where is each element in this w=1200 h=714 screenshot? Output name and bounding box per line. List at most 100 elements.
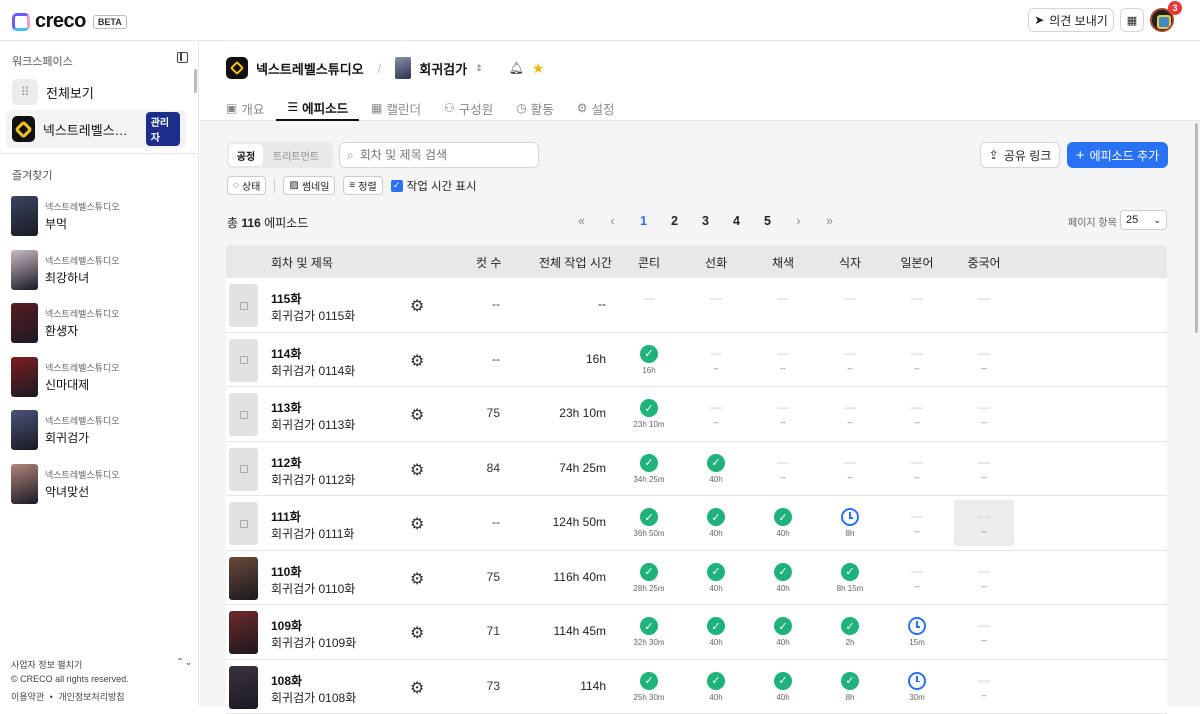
stage-cell[interactable]: — [696, 290, 736, 309]
col-total-time[interactable]: 전체 작업 시간 [539, 254, 612, 271]
stage-cell[interactable]: —-- [954, 500, 1014, 546]
last-page-button[interactable]: » [814, 211, 845, 231]
gear-icon[interactable]: ⚙ [410, 460, 424, 480]
stage-cell[interactable]: ✓40h [763, 563, 803, 593]
col-stage[interactable]: 선화 [696, 254, 736, 271]
stage-cell[interactable]: ✓40h [763, 617, 803, 647]
stage-cell[interactable]: 30m [897, 672, 937, 702]
show-time-checkbox[interactable]: ✓ 작업 시간 표시 [391, 178, 477, 194]
privacy-link[interactable]: 개인정보처리방침 [58, 692, 124, 702]
stage-cell[interactable]: ✓25h 30m [629, 672, 669, 702]
page-button[interactable]: 1 [628, 211, 659, 231]
segment-process[interactable]: 공정 [229, 144, 263, 166]
first-page-button[interactable]: « [566, 211, 597, 231]
next-page-button[interactable]: › [783, 211, 814, 231]
add-episode-button[interactable]: + 에피소드 추가 [1067, 142, 1168, 168]
stage-cell[interactable]: ✓2h [830, 617, 870, 647]
stage-cell[interactable]: —-- [830, 345, 870, 373]
stage-cell[interactable]: — [964, 290, 1004, 309]
gear-icon[interactable]: ⚙ [410, 678, 424, 698]
expand-chevron-icon[interactable]: ⌃⌄ [176, 657, 193, 668]
page-button[interactable]: 3 [690, 211, 721, 231]
search-input[interactable] [360, 148, 520, 162]
favorite-item[interactable]: 넥스트레벨스튜디오신마대제 [11, 356, 191, 398]
main-scrollbar[interactable] [1195, 123, 1198, 333]
breadcrumb-project[interactable]: 회귀검가 [419, 59, 467, 78]
stage-cell[interactable]: ✓16h [629, 345, 669, 375]
table-row[interactable]: 114화회귀검가 0114화⚙--16h✓16h—--—--—--—--—-- [226, 333, 1167, 388]
stage-cell[interactable]: —-- [964, 345, 1004, 373]
breadcrumb-studio[interactable]: 넥스트레벨스튜디오 [256, 59, 364, 78]
stage-cell[interactable]: ✓34h 25m [629, 454, 669, 484]
favorite-item[interactable]: 넥스트레벨스튜디오회귀검가 [11, 409, 191, 451]
stage-cell[interactable]: ✓8h 15m [830, 563, 870, 593]
stage-cell[interactable]: ✓40h [763, 508, 803, 538]
tab-0[interactable]: ▣개요 [226, 95, 275, 121]
stage-cell[interactable]: ✓40h [696, 672, 736, 702]
bell-icon[interactable]: 🔔︎ [509, 61, 524, 75]
sort-button[interactable]: ≡정렬 [343, 176, 382, 195]
tab-5[interactable]: ⚙설정 [577, 95, 626, 121]
workspace-item-nextlevel[interactable]: 넥스트레벨스튜디오 관리자 [6, 110, 186, 148]
tab-2[interactable]: ▦캘린더 [371, 95, 432, 121]
stage-cell[interactable]: ✓8h [830, 672, 870, 702]
col-stage[interactable]: 식자 [830, 254, 870, 271]
stage-cell[interactable]: —-- [696, 399, 736, 427]
stage-cell[interactable]: ✓28h 25m [629, 563, 669, 593]
stage-cell[interactable]: ✓23h 10m [629, 399, 669, 429]
stage-cell[interactable]: —-- [964, 617, 1004, 645]
gear-icon[interactable]: ⚙ [410, 514, 424, 534]
workspace-item-all[interactable]: ⠿ 전체보기 [6, 73, 186, 111]
stage-cell[interactable]: — [629, 290, 669, 309]
sidebar-collapse-icon[interactable] [177, 52, 188, 63]
thumbnail-toggle-button[interactable]: ▨썸네일 [283, 176, 335, 195]
stage-cell[interactable]: 15m [897, 617, 937, 647]
sidebar-scrollbar[interactable] [194, 69, 197, 93]
tab-4[interactable]: ◷활동 [516, 95, 565, 121]
creco-logo[interactable]: creco BETA [12, 10, 127, 33]
share-link-button[interactable]: ⇪ 공유 링크 [980, 142, 1060, 168]
col-stage[interactable]: 일본어 [897, 254, 937, 271]
stage-cell[interactable]: —-- [830, 454, 870, 482]
favorite-item[interactable]: 넥스트레벨스튜디오악녀맞선 [11, 463, 191, 505]
favorite-item[interactable]: 넥스트레벨스튜디오부먹 [11, 195, 191, 237]
table-row[interactable]: 109화회귀검가 0109화⚙71114h 45m✓32h 30m✓40h✓40… [226, 605, 1167, 660]
stage-cell[interactable]: ✓40h [696, 454, 736, 484]
gear-icon[interactable]: ⚙ [410, 296, 424, 316]
gear-icon[interactable]: ⚙ [410, 351, 424, 371]
feedback-button[interactable]: ➤ 의견 보내기 [1028, 8, 1114, 32]
stage-cell[interactable]: — [830, 290, 870, 309]
tab-1[interactable]: ☰에피소드 [276, 95, 359, 121]
stage-cell[interactable]: — [763, 290, 803, 309]
table-row[interactable]: 113화회귀검가 0113화⚙7523h 10m✓23h 10m—--—--—-… [226, 387, 1167, 442]
stage-cell[interactable]: —-- [897, 563, 937, 591]
status-filter-button[interactable]: ◌상태 [227, 176, 266, 195]
stage-cell[interactable]: —-- [897, 454, 937, 482]
stage-cell[interactable]: ✓40h [696, 617, 736, 647]
table-row[interactable]: 110화회귀검가 0110화⚙75116h 40m✓28h 25m✓40h✓40… [226, 551, 1167, 606]
stage-cell[interactable]: —-- [830, 399, 870, 427]
stage-cell[interactable]: ✓40h [763, 672, 803, 702]
per-page-select[interactable]: 25 ⌄ [1120, 210, 1167, 230]
project-switch-icon[interactable]: ⇕ [475, 63, 483, 74]
col-stage[interactable]: 중국어 [964, 254, 1004, 271]
col-cuts[interactable]: 컷 수 [476, 254, 501, 271]
stage-cell[interactable]: —-- [897, 345, 937, 373]
stage-cell[interactable]: ✓32h 30m [629, 617, 669, 647]
stage-cell[interactable]: —-- [964, 399, 1004, 427]
tab-3[interactable]: ⚇구성원 [444, 95, 504, 121]
col-stage[interactable]: 채색 [763, 254, 803, 271]
table-row[interactable]: 115화회귀검가 0115화⚙----—————— [226, 278, 1167, 333]
table-row[interactable]: 112화회귀검가 0112화⚙8474h 25m✓34h 25m✓40h—--—… [226, 442, 1167, 497]
gear-icon[interactable]: ⚙ [410, 623, 424, 643]
col-title[interactable]: 회차 및 제목 [271, 254, 333, 271]
stage-cell[interactable]: —-- [964, 672, 1004, 700]
col-stage[interactable]: 콘티 [629, 254, 669, 271]
page-button[interactable]: 5 [752, 211, 783, 231]
page-button[interactable]: 4 [721, 211, 752, 231]
star-icon[interactable]: ★ [532, 60, 545, 77]
stage-cell[interactable]: —-- [763, 399, 803, 427]
stage-cell[interactable]: ✓36h 50m [629, 508, 669, 538]
stage-cell[interactable]: ✓40h [696, 563, 736, 593]
favorite-item[interactable]: 넥스트레벨스튜디오환생자 [11, 302, 191, 344]
